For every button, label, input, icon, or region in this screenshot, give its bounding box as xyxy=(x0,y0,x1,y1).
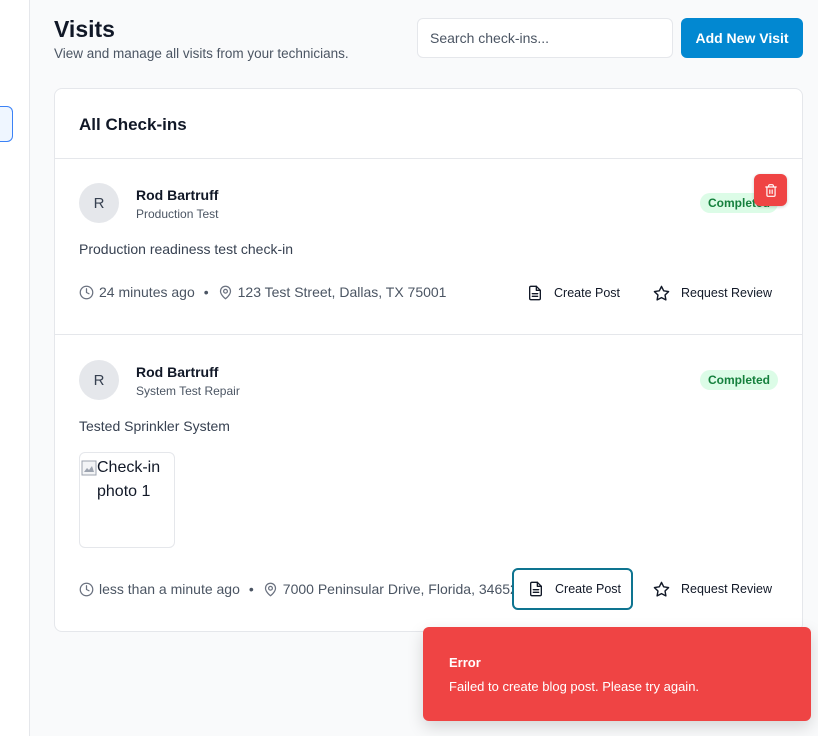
create-post-label: Create Post xyxy=(555,582,622,596)
document-icon xyxy=(527,285,543,301)
visit-time: less than a minute ago xyxy=(99,581,240,597)
visit-meta: 24 minutes ago • 123 Test Street, Dallas… xyxy=(79,284,446,300)
star-icon xyxy=(653,581,670,598)
broken-image-icon xyxy=(81,460,97,476)
search-input[interactable] xyxy=(417,18,673,58)
request-review-label: Request Review xyxy=(681,286,773,300)
star-icon xyxy=(653,285,670,302)
request-review-label: Request Review xyxy=(681,582,773,596)
toast-message: Failed to create blog post. Please try a… xyxy=(449,679,700,694)
create-post-button[interactable]: Create Post xyxy=(527,272,621,314)
visit-type: Production Test xyxy=(136,207,219,221)
delete-visit-button[interactable] xyxy=(754,174,787,206)
card-title: All Check-ins xyxy=(79,115,187,134)
meta-separator: • xyxy=(248,581,254,597)
status-badge: Completed xyxy=(699,370,778,390)
avatar: R xyxy=(79,183,119,223)
request-review-button[interactable]: Request Review xyxy=(653,568,773,610)
checkins-card: All Check-ins R Rod Bartruff Production … xyxy=(54,88,803,632)
request-review-button[interactable]: Request Review xyxy=(653,272,773,314)
map-pin-icon xyxy=(218,285,233,300)
create-post-button[interactable]: Create Post xyxy=(512,568,633,610)
clock-icon xyxy=(79,285,94,300)
document-icon xyxy=(528,581,544,597)
sidebar-active-item[interactable] xyxy=(0,106,13,142)
visit-meta: less than a minute ago • 7000 Peninsular… xyxy=(79,581,518,597)
sidebar xyxy=(0,0,30,736)
visit-type: System Test Repair xyxy=(136,384,240,398)
page-subtitle: View and manage all visits from your tec… xyxy=(54,46,349,61)
visit-item: R Rod Bartruff Production Test Completed… xyxy=(55,159,802,335)
toast-title: Error xyxy=(449,655,481,670)
map-pin-icon xyxy=(263,582,278,597)
visit-time: 24 minutes ago xyxy=(99,284,195,300)
meta-separator: • xyxy=(203,284,209,300)
visit-notes: Tested Sprinkler System xyxy=(79,418,230,434)
clock-icon xyxy=(79,582,94,597)
error-toast[interactable]: Error Failed to create blog post. Please… xyxy=(423,627,811,721)
visit-item: R Rod Bartruff System Test Repair Comple… xyxy=(55,336,802,632)
checkin-photo[interactable]: Check-in photo 1 xyxy=(79,452,175,548)
create-post-label: Create Post xyxy=(554,286,621,300)
technician-name: Rod Bartruff xyxy=(136,187,219,203)
visit-notes: Production readiness test check-in xyxy=(79,241,293,257)
visit-address: 7000 Peninsular Drive, Florida, 34652 xyxy=(282,581,518,597)
avatar: R xyxy=(79,360,119,400)
visit-address: 123 Test Street, Dallas, TX 75001 xyxy=(237,284,447,300)
photo-alt-text: Check-in photo 1 xyxy=(97,459,161,500)
add-new-visit-button[interactable]: Add New Visit xyxy=(681,18,803,58)
trash-icon xyxy=(764,183,778,198)
page-title: Visits xyxy=(54,16,115,42)
card-header: All Check-ins xyxy=(55,89,802,159)
technician-name: Rod Bartruff xyxy=(136,364,219,380)
